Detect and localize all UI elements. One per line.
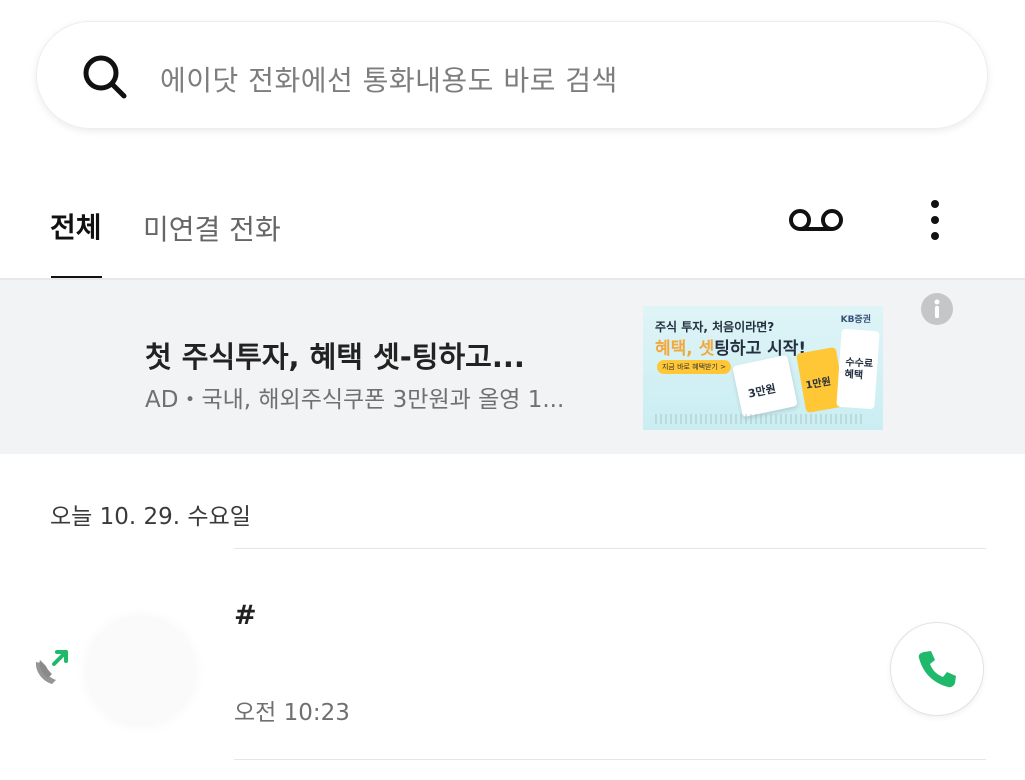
avatar <box>86 616 196 726</box>
list-divider <box>234 548 986 549</box>
banner-card-fee: 수수료 혜택 <box>836 328 880 410</box>
call-back-button[interactable] <box>890 622 984 716</box>
phone-icon <box>918 651 956 688</box>
ad-banner-image[interactable]: KB증권 주식 투자, 처음이라면? 혜택, 셋팅하고 시작! 지금 바로 혜택… <box>643 306 883 430</box>
ad-title: 첫 주식투자, 혜택 셋-팅하고... <box>145 340 525 374</box>
tab-all[interactable]: 전체 <box>50 206 102 246</box>
ad-description: AD・국내, 해외주식쿠폰 3만원과 올영 1... <box>145 387 565 413</box>
banner-slogan-highlight: 혜택, 셋 <box>655 339 715 359</box>
search-icon <box>83 55 127 99</box>
date-header: 오늘 10. 29. 수요일 <box>50 504 251 530</box>
banner-card-coupon: 3만원 <box>732 354 798 418</box>
outgoing-call-icon <box>35 650 68 684</box>
banner-brand: KB증권 <box>840 315 871 325</box>
info-icon[interactable] <box>920 292 954 326</box>
call-time: 오전 10:23 <box>234 700 350 726</box>
search-placeholder[interactable]: 에이닷 전화에선 통화내용도 바로 검색 <box>160 59 618 99</box>
more-vertical-icon[interactable] <box>925 198 945 246</box>
voicemail-icon[interactable] <box>787 204 845 236</box>
caller-number: # <box>234 600 257 631</box>
call-log-screen: 에이닷 전화에선 통화내용도 바로 검색 전체 미연결 전화 첫 주식투자, 혜… <box>0 0 1025 780</box>
banner-headline: 주식 투자, 처음이라면? <box>655 320 775 334</box>
ad-banner-row[interactable]: 첫 주식투자, 혜택 셋-팅하고... AD・국내, 해외주식쿠폰 3만원과 올… <box>0 280 1025 454</box>
call-log-item[interactable]: # 오전 10:23 <box>0 560 1025 758</box>
list-divider <box>234 759 986 760</box>
banner-slogan-rest: 팅하고 시작! <box>714 339 807 359</box>
tab-missed-calls[interactable]: 미연결 전화 <box>143 208 281 248</box>
banner-cta: 지금 바로 혜택받기 > <box>657 360 731 374</box>
banner-fine-print <box>655 414 865 424</box>
search-bar[interactable]: 에이닷 전화에선 통화내용도 바로 검색 <box>36 21 988 129</box>
redacted-area <box>255 604 815 648</box>
